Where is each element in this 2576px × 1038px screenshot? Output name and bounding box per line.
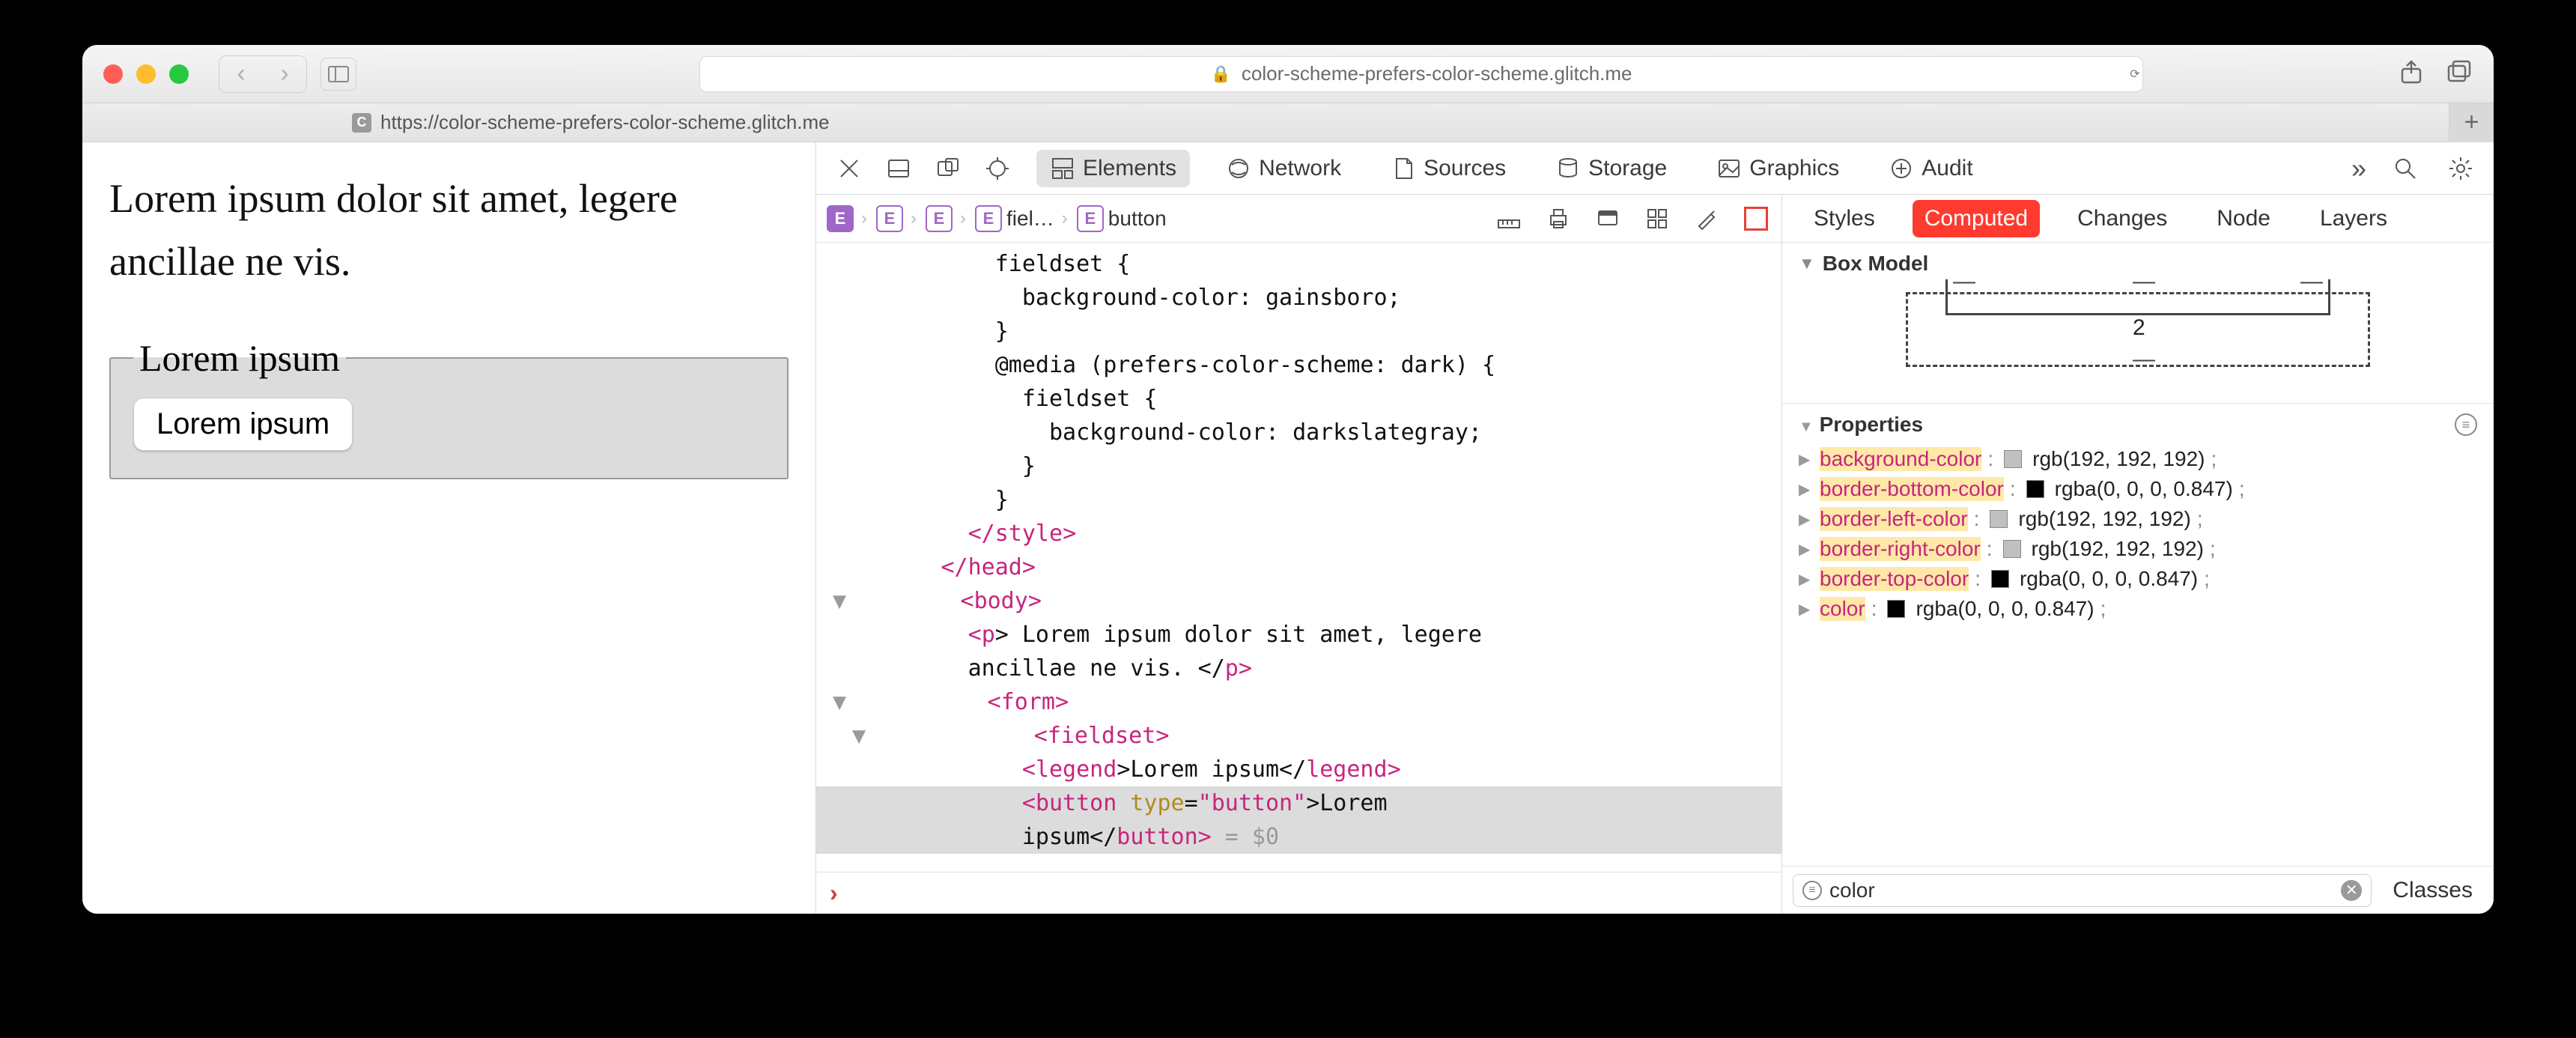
dock-side-button[interactable] bbox=[932, 152, 965, 185]
tab-layers[interactable]: Layers bbox=[2308, 200, 2399, 237]
page-button[interactable]: Lorem ipsum bbox=[133, 398, 353, 451]
paint-flashing-icon[interactable] bbox=[1692, 204, 1722, 234]
tab-network[interactable]: Network bbox=[1212, 150, 1355, 187]
share-button[interactable] bbox=[2398, 58, 2425, 89]
properties-options-button[interactable]: ≡ bbox=[2455, 413, 2477, 436]
box-model-heading: Box Model bbox=[1823, 252, 1929, 276]
window-minimize-button[interactable] bbox=[136, 64, 156, 84]
property-value: rgb(192, 192, 192) bbox=[2032, 447, 2205, 471]
sidebar-toggle-button[interactable] bbox=[321, 58, 356, 91]
print-styles-icon[interactable] bbox=[1543, 204, 1573, 234]
tab-audit[interactable]: Audit bbox=[1875, 150, 1986, 187]
tab-node[interactable]: Node bbox=[2205, 200, 2282, 237]
filter-input-value: color bbox=[1829, 878, 1875, 902]
browser-tab[interactable]: C https://color-scheme-prefers-color-sch… bbox=[352, 111, 830, 134]
breadcrumb-item[interactable]: E› bbox=[926, 205, 969, 232]
styles-filter-input[interactable]: ≡ color ✕ bbox=[1793, 874, 2372, 907]
tab-title: https://color-scheme-prefers-color-schem… bbox=[380, 111, 830, 134]
dock-bottom-button[interactable] bbox=[882, 152, 915, 185]
color-swatch-icon[interactable] bbox=[2003, 540, 2021, 558]
browser-tabbar: C https://color-scheme-prefers-color-sch… bbox=[82, 103, 2494, 142]
property-row[interactable]: ▶border-top-color:rgba(0, 0, 0, 0.847); bbox=[1799, 564, 2477, 594]
console-prompt-strip[interactable]: › bbox=[816, 872, 1781, 914]
properties-heading: Properties bbox=[1820, 413, 1924, 436]
browser-titlebar: ‹ › 🔒 color-scheme-prefers-color-scheme.… bbox=[82, 45, 2494, 103]
property-value: rgb(192, 192, 192) bbox=[2018, 507, 2190, 531]
devtools-panel: Elements Network Sources Storage Graphic… bbox=[816, 142, 2494, 914]
nav-back-button[interactable]: ‹ bbox=[219, 56, 263, 92]
page-legend: Lorem ipsum bbox=[133, 336, 346, 380]
more-panels-button[interactable]: » bbox=[2351, 153, 2366, 184]
show-tabs-button[interactable] bbox=[2446, 58, 2473, 89]
filter-icon: ≡ bbox=[1802, 881, 1822, 900]
breadcrumb-item[interactable]: Ebutton bbox=[1077, 205, 1167, 232]
tab-styles[interactable]: Styles bbox=[1802, 200, 1887, 237]
tab-favicon-icon: C bbox=[352, 113, 371, 133]
box-model-diagram[interactable]: — — — 2 — bbox=[1799, 283, 2477, 388]
box-model-section: ▼Box Model — — — 2 — bbox=[1782, 243, 2494, 404]
classes-toggle-button[interactable]: Classes bbox=[2382, 878, 2483, 903]
close-devtools-button[interactable] bbox=[833, 152, 866, 185]
compositing-icon[interactable] bbox=[1642, 204, 1672, 234]
property-name: border-left-color bbox=[1820, 507, 1968, 531]
layout-bounds-icon[interactable] bbox=[1741, 204, 1771, 234]
tab-computed[interactable]: Computed bbox=[1913, 200, 2040, 237]
tab-elements[interactable]: Elements bbox=[1036, 150, 1190, 187]
tab-changes[interactable]: Changes bbox=[2065, 200, 2179, 237]
window-close-button[interactable] bbox=[103, 64, 123, 84]
property-name: border-top-color bbox=[1820, 567, 1969, 591]
color-swatch-icon[interactable] bbox=[2026, 480, 2044, 498]
page-form: Lorem ipsum Lorem ipsum bbox=[109, 336, 789, 479]
page-paragraph: Lorem ipsum dolor sit amet, legere ancil… bbox=[109, 168, 789, 293]
url-bar[interactable]: 🔒 color-scheme-prefers-color-scheme.glit… bbox=[699, 56, 2143, 92]
color-swatch-icon[interactable] bbox=[2004, 450, 2022, 468]
property-row[interactable]: ▶border-left-color:rgb(192, 192, 192); bbox=[1799, 504, 2477, 534]
url-text: color-scheme-prefers-color-scheme.glitch… bbox=[1242, 62, 1632, 85]
clear-filter-button[interactable]: ✕ bbox=[2341, 880, 2362, 901]
breadcrumb-item[interactable]: E› bbox=[827, 205, 870, 232]
force-appearance-icon[interactable] bbox=[1593, 204, 1623, 234]
property-name: color bbox=[1820, 597, 1865, 621]
page-viewport: Lorem ipsum dolor sit amet, legere ancil… bbox=[82, 142, 816, 914]
devtools-toolbar: Elements Network Sources Storage Graphic… bbox=[816, 142, 2494, 195]
console-chevron-icon: › bbox=[830, 879, 838, 907]
property-name: border-bottom-color bbox=[1820, 477, 2004, 501]
property-value: rgba(0, 0, 0, 0.847) bbox=[2055, 477, 2233, 501]
styles-tabbar: Styles Computed Changes Node Layers bbox=[1782, 195, 2494, 243]
color-swatch-icon[interactable] bbox=[1990, 510, 2008, 528]
devtools-search-button[interactable] bbox=[2389, 152, 2422, 185]
property-row[interactable]: ▶background-color:rgb(192, 192, 192); bbox=[1799, 444, 2477, 474]
inspect-element-button[interactable] bbox=[981, 152, 1014, 185]
property-name: background-color bbox=[1820, 447, 1981, 471]
new-tab-button[interactable]: + bbox=[2449, 103, 2494, 142]
page-fieldset: Lorem ipsum Lorem ipsum bbox=[109, 336, 789, 479]
nav-forward-button[interactable]: › bbox=[263, 56, 306, 92]
devtools-settings-button[interactable] bbox=[2444, 152, 2477, 185]
tab-sources[interactable]: Sources bbox=[1377, 150, 1519, 187]
property-value: rgba(0, 0, 0, 0.847) bbox=[1916, 597, 2094, 621]
dom-tree[interactable]: fieldset { background-color: gainsboro; … bbox=[816, 243, 1781, 872]
property-name: border-right-color bbox=[1820, 537, 1981, 561]
property-value: rgba(0, 0, 0, 0.847) bbox=[2020, 567, 2198, 591]
tab-graphics[interactable]: Graphics bbox=[1703, 150, 1853, 187]
dom-breadcrumb: E› E› E› Efiel…› Ebutton bbox=[816, 195, 1781, 243]
breadcrumb-item[interactable]: E› bbox=[876, 205, 920, 232]
property-row[interactable]: ▶border-right-color:rgb(192, 192, 192); bbox=[1799, 534, 2477, 564]
lock-icon: 🔒 bbox=[1210, 64, 1230, 84]
property-value: rgb(192, 192, 192) bbox=[2032, 537, 2204, 561]
properties-section: ▼ Properties ≡ ▶background-color:rgb(192… bbox=[1782, 404, 2494, 866]
breadcrumb-item[interactable]: Efiel…› bbox=[975, 205, 1071, 232]
rulers-icon[interactable] bbox=[1494, 204, 1524, 234]
reload-button[interactable]: ⟳ bbox=[2119, 58, 2151, 90]
color-swatch-icon[interactable] bbox=[1887, 600, 1905, 618]
tab-storage[interactable]: Storage bbox=[1542, 150, 1680, 187]
color-swatch-icon[interactable] bbox=[1991, 570, 2009, 588]
window-zoom-button[interactable] bbox=[169, 64, 189, 84]
property-row[interactable]: ▶border-bottom-color:rgba(0, 0, 0, 0.847… bbox=[1799, 474, 2477, 504]
property-row[interactable]: ▶color:rgba(0, 0, 0, 0.847); bbox=[1799, 594, 2477, 624]
